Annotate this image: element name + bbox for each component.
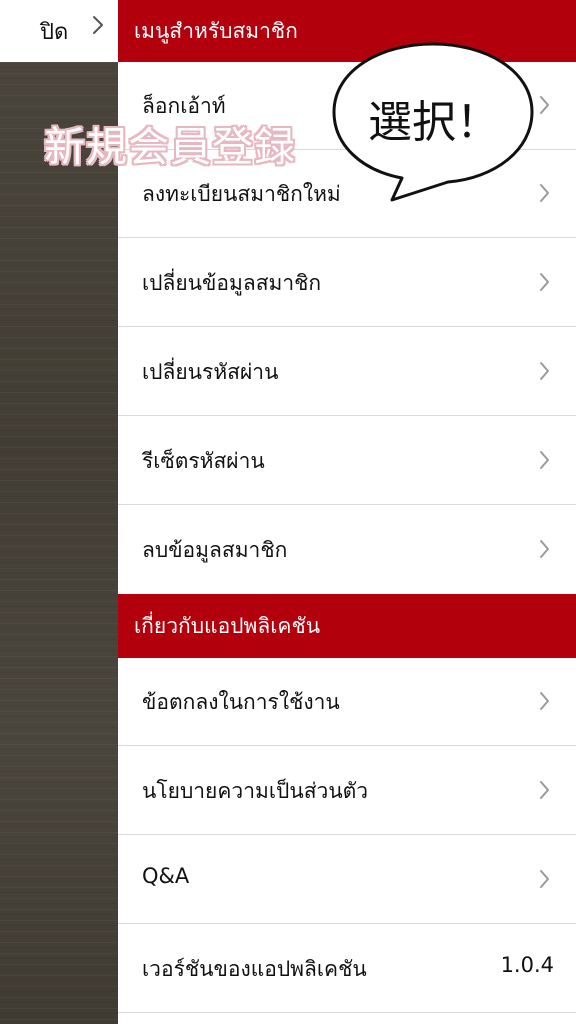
menu-item-label: เปลี่ยนข้อมูลสมาชิก [142,271,322,295]
menu-item-label: ลงทะเบียนสมาชิกใหม่ [142,182,341,206]
menu-item-app-version: เวอร์ชันของแอปพลิเคชัน 1.0.4 [118,925,576,1013]
menu-item-terms-of-use[interactable]: ข้อตกลงในการใช้งาน [118,658,576,746]
chevron-right-icon [540,692,549,710]
screen: ปิด เมนูสำหรับสมาชิก ล็อกเอ้าท์ ลงทะเบีย… [0,0,576,1024]
menu-item-change-password[interactable]: เปลี่ยนรหัสผ่าน [118,328,576,416]
chevron-right-icon [540,781,549,799]
chevron-right-icon [93,16,103,34]
bubble-text: 選択！ [368,97,500,148]
close-menu-button[interactable]: ปิด [0,0,118,62]
chevron-right-icon [540,362,549,380]
app-version-value: 1.0.4 [500,953,554,977]
close-label: ปิด [40,20,69,45]
menu-item-label: Q&A [142,864,190,888]
chevron-right-icon [540,451,549,469]
menu-item-label: ลบข้อมูลสมาชิก [142,538,288,562]
section-header-title: เกี่ยวกับแอปพลิเคชัน [134,613,321,638]
menu-item-label: เวอร์ชันของแอปพลิเคชัน [142,957,367,981]
menu-item-edit-member-info[interactable]: เปลี่ยนข้อมูลสมาชิก [118,239,576,327]
menu-item-qa[interactable]: Q&A [118,836,576,924]
menu-item-label: รีเซ็ตรหัสผ่าน [142,449,265,473]
chevron-right-icon [540,184,549,202]
wood-background-strip [0,62,118,1024]
chevron-right-icon [540,273,549,291]
menu-item-label: นโยบายความเป็นส่วนตัว [142,779,369,803]
menu-item-privacy-policy[interactable]: นโยบายความเป็นส่วนตัว [118,747,576,835]
chevron-right-icon [540,540,549,558]
menu-item-reset-password[interactable]: รีเซ็ตรหัสผ่าน [118,417,576,505]
menu-item-label: ข้อตกลงในการใช้งาน [142,690,340,714]
annotation-overlay-text: 新規会員登録 [44,123,296,171]
chevron-right-icon [540,96,549,114]
menu-item-label: เปลี่ยนรหัสผ่าน [142,360,279,384]
menu-item-delete-member[interactable]: ลบข้อมูลสมาชิก [118,506,576,594]
chevron-right-icon [540,870,549,888]
section-header-title: เมนูสำหรับสมาชิก [134,18,298,43]
section-header-about-app: เกี่ยวกับแอปพลิเคชัน [118,594,576,658]
